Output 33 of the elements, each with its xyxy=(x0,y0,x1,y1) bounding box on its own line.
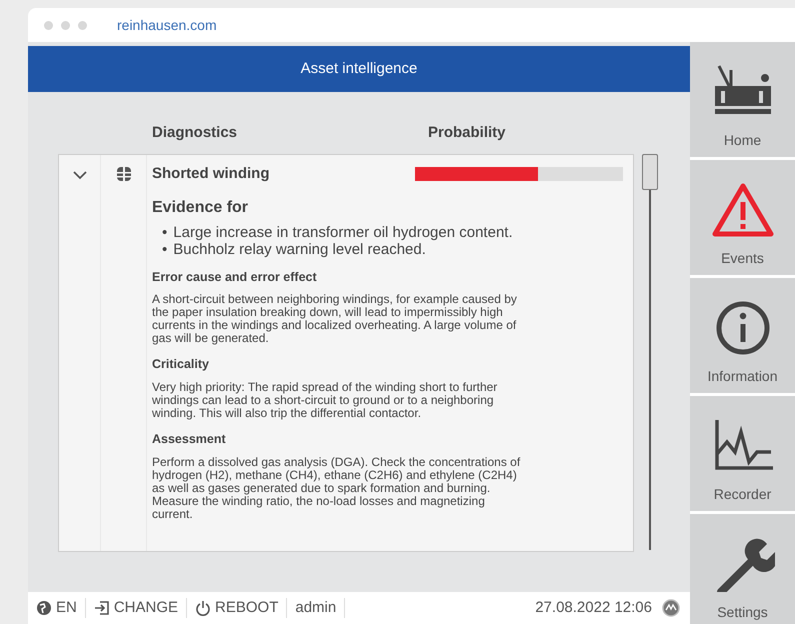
information-nav-button[interactable]: Information xyxy=(690,278,795,393)
home-nav-button[interactable]: Home xyxy=(690,42,795,157)
bullet: • xyxy=(162,224,168,240)
scroll-thumb[interactable] xyxy=(642,154,658,190)
logo-icon xyxy=(662,599,680,617)
diagnosis-title: Shorted winding xyxy=(152,164,270,184)
chevron-down-icon[interactable] xyxy=(72,170,86,180)
section-text: Perform a dissolved gas analysis (DGA). Check the concentrations of hydrogen (H2), methane (CH4), ethane (C2H6) and ethylene (C2H4) as well as gases generated due to spark formation and burning. Measure the winding ratio, the no-load losses and magnetizing current. xyxy=(152,456,522,521)
bullet: • xyxy=(162,240,168,258)
power-icon xyxy=(195,600,212,616)
evidence-item: Large increase in transformer oil hydrogen content. xyxy=(173,224,513,240)
warning-icon xyxy=(710,182,774,238)
user-name: admin xyxy=(287,598,346,618)
events-nav-button[interactable]: Events xyxy=(690,160,795,275)
reboot-button[interactable]: REBOOT xyxy=(187,598,288,618)
recorder-nav-button[interactable]: Recorder xyxy=(690,396,795,511)
login-icon xyxy=(94,600,110,616)
language-button[interactable]: EN xyxy=(28,598,86,618)
address-text[interactable]: reinhausen.com xyxy=(117,14,217,36)
section-heading: Evidence for xyxy=(152,198,250,218)
section-text: A short-circuit between neighboring windings, for example caused by the paper insulation breaking down, will lead to impermissibly high currents in the windings and localized overheating. A large volume of gas will be generated. xyxy=(152,293,518,346)
column-header: Diagnostics xyxy=(152,122,238,142)
column-header: Probability xyxy=(428,122,506,142)
change-button[interactable]: CHANGE xyxy=(86,598,188,618)
winding-icon xyxy=(116,165,132,183)
section-text: Very high priority: The rapid spread of the winding short to further windings can lead to a short-circuit to ground or to a neighboring winding. This will also trip the differential contactor. xyxy=(152,381,498,420)
evidence-item: Buchholz relay warning level reached. xyxy=(173,240,426,258)
page-title: Asset intelligence xyxy=(28,46,690,92)
section-heading: Error cause and error effect xyxy=(152,268,318,286)
section-heading: Assessment xyxy=(152,431,227,448)
settings-nav-button[interactable]: Settings xyxy=(690,514,795,624)
date-time: 27.08.2022 12:06 xyxy=(535,598,652,618)
section-heading: Criticality xyxy=(152,356,210,374)
